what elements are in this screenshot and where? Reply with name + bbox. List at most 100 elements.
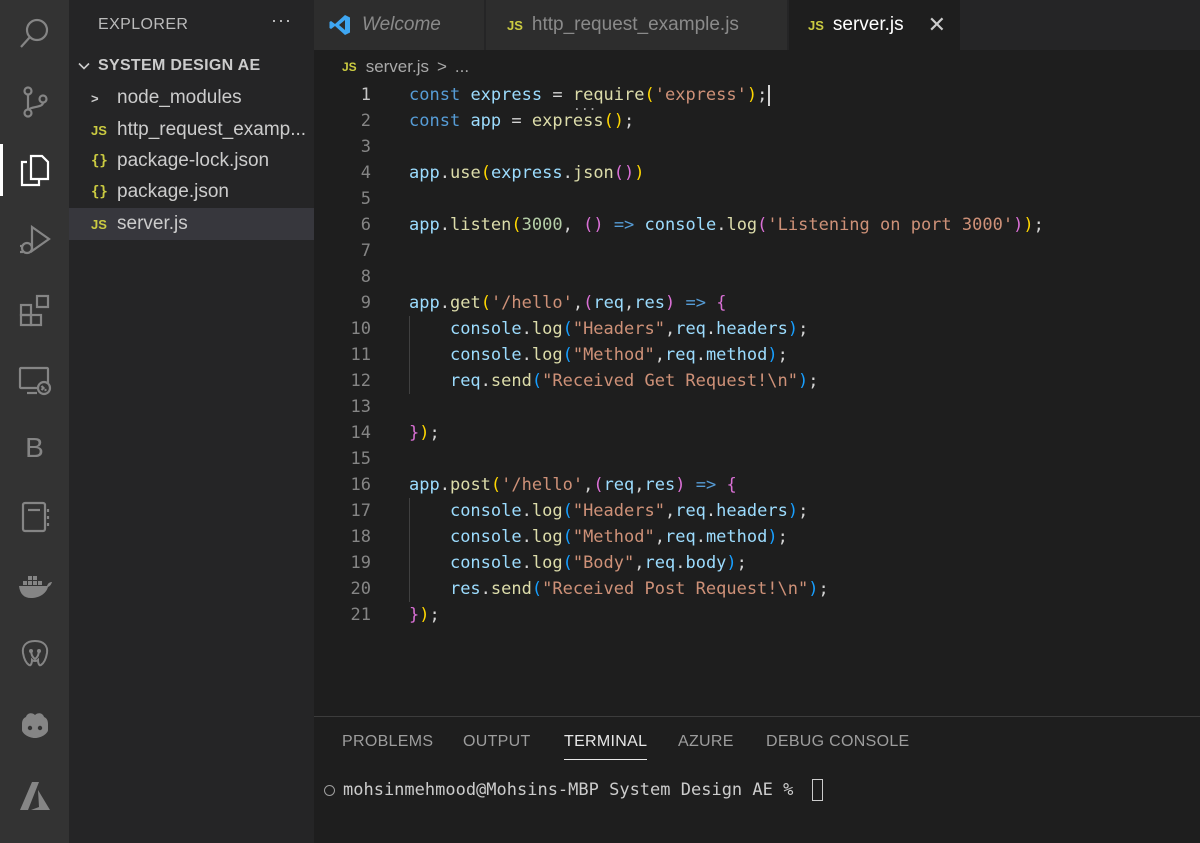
tab-welcome[interactable]: Welcome <box>314 0 485 50</box>
text-cursor <box>768 84 771 106</box>
line-number: 12 <box>350 371 371 391</box>
tree-item-server-js[interactable]: JS server.js <box>69 208 314 240</box>
editor-tabs: Welcome JS http_request_example.js JS se… <box>314 0 1200 50</box>
postgres-icon[interactable] <box>0 626 69 686</box>
code-line: 7 <box>314 238 1200 264</box>
more-actions-icon[interactable]: ··· <box>271 10 292 31</box>
azure-icon[interactable] <box>0 766 69 826</box>
tab-debug-console[interactable]: DEBUG CONSOLE <box>766 733 910 759</box>
workspace-folder-label: SYSTEM DESIGN AE <box>98 57 261 74</box>
json-file-icon: {} <box>91 184 108 200</box>
code-line: 12 req.send("Received Get Request!\n"); <box>314 368 1200 394</box>
line-number: 21 <box>350 605 371 625</box>
vscode-logo-icon <box>329 15 350 35</box>
line-number: 15 <box>350 449 371 469</box>
js-file-icon: JS <box>342 60 357 74</box>
line-number: 17 <box>350 501 371 521</box>
line-number: 9 <box>360 293 371 313</box>
tree-item-label: package.json <box>117 181 229 202</box>
tab-problems[interactable]: PROBLEMS <box>342 733 433 759</box>
line-number: 7 <box>360 241 371 261</box>
terminal-line[interactable]: mohsinmehmood@Mohsins-MBP System Design … <box>324 779 823 801</box>
breadcrumb[interactable]: JS server.js > ... <box>342 56 469 78</box>
line-number: 19 <box>350 553 371 573</box>
js-file-icon: JS <box>507 17 523 33</box>
tab-label: http_request_example.js <box>531 14 739 35</box>
tab-label: server.js <box>832 14 904 35</box>
terminal-status-icon <box>324 784 335 796</box>
tab-azure[interactable]: AZURE <box>678 733 734 759</box>
code-line: 18 console.log("Method",req.method); <box>314 524 1200 550</box>
tree-item-label: package-lock.json <box>117 150 270 171</box>
tree-item-package-lock[interactable]: {} package-lock.json <box>69 145 314 177</box>
line-number: 20 <box>350 579 371 599</box>
js-file-icon: JS <box>91 216 107 232</box>
code-line: 5 <box>314 186 1200 212</box>
tab-output[interactable]: OUTPUT <box>463 733 531 759</box>
code-line: 9 app.get('/hello',(req,res) => { <box>314 290 1200 316</box>
terminal-cursor <box>811 779 823 801</box>
extensions-icon[interactable] <box>0 280 69 340</box>
tree-item-label: node_modules <box>117 87 242 108</box>
explorer-icon[interactable] <box>0 140 69 200</box>
code-line: 1 const express = require('express'); <box>314 82 1200 108</box>
line-number: 16 <box>350 475 371 495</box>
sidebar-title: EXPLORER <box>98 16 189 33</box>
activity-bar: B <box>0 0 69 843</box>
code-line: 19 console.log("Body",req.body); <box>314 550 1200 576</box>
line-number: 1 <box>360 85 371 105</box>
tab-label: Welcome <box>362 14 441 35</box>
search-icon[interactable] <box>0 4 69 64</box>
code-line: 2 const app = express();... <box>314 99 1200 134</box>
code-line: 16 app.post('/hello',(req,res) => { <box>314 472 1200 498</box>
tree-item-label: server.js <box>117 213 188 234</box>
terminal-prompt: mohsinmehmood@Mohsins-MBP System Design … <box>343 780 804 800</box>
workspace-folder[interactable]: SYSTEM DESIGN AE <box>69 52 314 80</box>
tree-item-http-request-example[interactable]: JS http_request_examp... <box>69 114 314 146</box>
code-line: 14}); <box>314 420 1200 446</box>
tree-item-label: http_request_examp... <box>117 119 307 140</box>
code-line: 11 console.log("Method",req.method); <box>314 342 1200 368</box>
run-debug-icon[interactable] <box>0 210 69 270</box>
hover-dots: ... <box>573 99 597 114</box>
chevron-down-icon <box>78 62 90 70</box>
code-line: 17 console.log("Headers",req.headers); <box>314 498 1200 524</box>
tree-item-package-json[interactable]: {} package.json <box>69 176 314 208</box>
line-number: 14 <box>350 423 371 443</box>
line-number: 8 <box>360 267 371 287</box>
tab-server-js[interactable]: JS server.js ✕ <box>789 0 961 50</box>
code-line: 10 console.log("Headers",req.headers); <box>314 316 1200 342</box>
breadcrumb-file[interactable]: server.js <box>366 57 429 77</box>
line-number: 10 <box>350 319 371 339</box>
js-file-icon: JS <box>808 17 824 33</box>
tab-terminal[interactable]: TERMINAL <box>564 733 648 760</box>
explorer-sidebar: EXPLORER ··· SYSTEM DESIGN AE > node_mod… <box>69 0 314 843</box>
json-file-icon: {} <box>91 153 108 169</box>
remote-explorer-icon[interactable] <box>0 350 69 410</box>
js-file-icon: JS <box>91 122 107 138</box>
docker-icon[interactable] <box>0 556 69 616</box>
code-line: 8 <box>314 264 1200 290</box>
line-number: 5 <box>360 189 371 209</box>
line-number: 3 <box>360 137 371 157</box>
b-extension-icon[interactable]: B <box>0 418 69 478</box>
tab-http-request-example[interactable]: JS http_request_example.js <box>486 0 788 50</box>
line-number: 13 <box>350 397 371 417</box>
code-line: 4 app.use(express.json()) <box>314 160 1200 186</box>
bottom-panel: PROBLEMS OUTPUT TERMINAL AZURE DEBUG CON… <box>314 716 1200 843</box>
notebook-icon[interactable] <box>0 487 69 547</box>
line-number: 11 <box>350 345 371 365</box>
source-control-icon[interactable] <box>0 72 69 132</box>
copilot-icon[interactable] <box>0 695 69 755</box>
code-editor[interactable]: 1 const express = require('express'); 2 co… <box>314 82 1200 716</box>
tree-item-node-modules[interactable]: > node_modules <box>69 82 314 114</box>
line-number: 2 <box>360 111 371 131</box>
breadcrumb-separator: > <box>436 57 447 76</box>
code-line: 13 <box>314 394 1200 420</box>
chevron-right-icon: > <box>91 90 99 106</box>
code-line: 3 <box>314 134 1200 160</box>
breadcrumb-symbol[interactable]: ... <box>455 57 469 77</box>
close-icon[interactable]: ✕ <box>928 12 946 38</box>
code-line: 21}); <box>314 602 1200 628</box>
line-number: 18 <box>350 527 371 547</box>
